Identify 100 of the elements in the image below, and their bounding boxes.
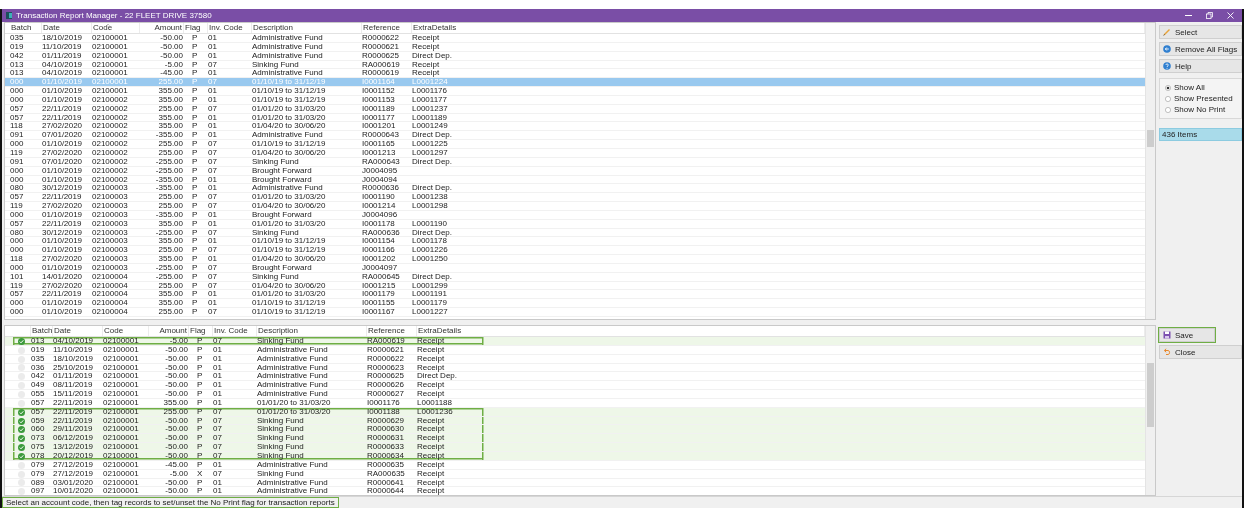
check-icon[interactable] — [17, 444, 25, 452]
table-cell-text: Receipt — [417, 478, 446, 487]
table-row[interactable]: 013 04/10/2019 02100001 -5.00 P 07 Sinking Fund RA000619 Receipt — [5, 60, 1145, 70]
table-row[interactable]: 057 22/11/2019 02100002 355.00 P 01 01/01/20 to 31/03/20 I0001177 L0001189 — [5, 113, 1145, 123]
table-row[interactable]: 000 01/10/2019 02100002 -255.00 P 07 Brought Forward J0004095 — [5, 166, 1145, 176]
check-icon[interactable] — [17, 435, 25, 443]
column-header[interactable]: Flag — [189, 326, 213, 336]
save-button[interactable]: Save — [1159, 328, 1215, 342]
check-icon[interactable] — [17, 452, 25, 460]
check-icon[interactable] — [17, 408, 25, 416]
table-cell-text: 019 — [10, 42, 25, 52]
table-cell-text: 097 — [31, 487, 46, 495]
table-cell-text: I0001177 — [362, 113, 396, 123]
table-row[interactable]: 119 27/02/2020 02100002 255.00 P 07 01/04/20 to 30/06/20 I0001213 L0001297 — [5, 148, 1145, 158]
table-cell-text: P — [196, 345, 204, 355]
table-row[interactable]: 101 14/01/2020 02100004 -255.00 P 07 Sinking Fund RA000645 Direct Dep. — [5, 272, 1145, 282]
table-row[interactable]: 079 27/12/2019 02100001 -5.00 X 07 Sinking Fund RA000635 Receipt — [5, 469, 1145, 479]
table-row[interactable]: 057 22/11/2019 02100003 355.00 P 01 01/01/20 to 31/03/20 I0001178 L0001190 — [5, 219, 1145, 229]
table-cell-text: 07 — [213, 425, 223, 435]
column-header[interactable]: Date — [42, 23, 92, 33]
table-row[interactable]: 000 01/10/2019 02100004 255.00 P 07 01/10/19 to 31/12/19 I0001167 L0001227 — [5, 308, 1145, 317]
table-row[interactable]: 118 27/02/2020 02100002 355.00 P 01 01/04/20 to 30/06/20 I0001201 L0001249 — [5, 122, 1145, 132]
table-row[interactable]: 042 01/11/2019 02100001 -50.00 P 01 Administrative Fund R0000625 Direct Dep. — [5, 372, 1145, 382]
table-row[interactable]: 060 29/11/2019 02100001 -50.00 P 07 Sinking Fund R0000630 Receipt — [5, 425, 1145, 435]
column-header[interactable]: Date — [53, 326, 103, 336]
table-row[interactable]: 035 18/10/2019 02100001 -50.00 P 01 Administrative Fund R0000622 Receipt — [5, 354, 1145, 364]
save-icon — [1163, 331, 1171, 339]
scrollbar[interactable] — [1145, 326, 1155, 495]
column-header[interactable]: Reference — [362, 23, 412, 33]
table-cell-text: I0001155 — [362, 299, 396, 309]
table-cell-text: 02100001 — [103, 345, 140, 355]
table-cell-text: L0001224 — [412, 78, 449, 88]
table-cell-text: -355.00 — [154, 131, 184, 141]
radio-option[interactable]: Show All — [1165, 83, 1238, 92]
table-row[interactable]: 000 01/10/2019 02100002 355.00 P 01 01/10/19 to 31/12/19 I0001153 L0001177 — [5, 95, 1145, 105]
table-row[interactable]: 118 27/02/2020 02100003 355.00 P 01 01/04/20 to 30/06/20 I0001202 L0001250 — [5, 255, 1145, 264]
table-row[interactable]: 091 07/01/2020 02100002 -355.00 P 01 Administrative Fund R0000643 Direct Dep. — [5, 131, 1145, 141]
table-row[interactable]: 080 30/12/2019 02100003 -355.00 P 01 Administrative Fund R0000636 Direct Dep. — [5, 184, 1145, 194]
table-row[interactable]: 057 22/11/2019 02100001 355.00 P 01 01/01/20 to 31/03/20 I0001176 L0001188 — [5, 398, 1145, 408]
column-header[interactable]: Description — [257, 326, 367, 336]
column-header[interactable]: Inv. Code — [208, 23, 252, 33]
table-row[interactable]: 075 13/12/2019 02100001 -50.00 P 07 Sinking Fund R0000633 Receipt — [5, 443, 1145, 452]
radio-option[interactable]: Show Presented — [1165, 94, 1238, 103]
table-cell-text: 04/10/2019 — [42, 69, 84, 79]
check-icon[interactable] — [17, 417, 25, 425]
column-header[interactable]: Batch — [10, 23, 42, 33]
table-row[interactable]: 000 01/10/2019 02100003 255.00 P 07 01/10/19 to 31/12/19 I0001166 L0001226 — [5, 246, 1145, 256]
table-cell-text: -5.00 — [168, 337, 189, 346]
table-cell-text: 01 — [213, 398, 223, 408]
table-row[interactable]: 036 25/10/2019 02100001 -50.00 P 01 Administrative Fund R0000623 Receipt — [5, 363, 1145, 373]
column-header[interactable]: Amount — [149, 326, 189, 336]
table-cell-text: 013 — [10, 60, 25, 70]
table-row[interactable]: 049 08/11/2019 02100001 -50.00 P 01 Administrative Fund R0000626 Receipt — [5, 381, 1145, 391]
table-row[interactable]: 080 30/12/2019 02100003 -255.00 P 07 Sinking Fund RA000636 Direct Dep. — [5, 228, 1145, 238]
table-cell-text: P — [196, 390, 204, 399]
column-header[interactable]: Flag — [184, 23, 208, 33]
table-row[interactable]: 057 22/11/2019 02100003 255.00 P 07 01/01/20 to 31/03/20 I0001190 L0001238 — [5, 193, 1145, 203]
table-row[interactable]: 055 15/11/2019 02100001 -50.00 P 01 Administrative Fund R0000627 Receipt — [5, 390, 1145, 399]
table-row[interactable]: 057 22/11/2019 02100001 255.00 P 07 01/01/20 to 31/03/20 I0001188 L0001236 — [5, 407, 1145, 417]
table-row[interactable]: 013 04/10/2019 02100001 -5.00 P 07 Sinking Fund RA000619 Receipt — [5, 337, 1145, 346]
column-header[interactable]: Code — [92, 23, 140, 33]
column-header[interactable]: Batch — [31, 326, 53, 336]
table-row[interactable]: 000 01/10/2019 02100002 255.00 P 07 01/10/19 to 31/12/19 I0001165 L0001225 — [5, 140, 1145, 149]
table-cell-text: 08/11/2019 — [53, 381, 94, 391]
select-button[interactable]: Select — [1159, 25, 1242, 39]
table-cell-text: I0001189 — [362, 104, 396, 114]
radio-option[interactable]: Show No Print — [1165, 105, 1238, 114]
table-row[interactable]: 057 22/11/2019 02100002 255.00 P 07 01/01/20 to 31/03/20 I0001189 L0001237 — [5, 104, 1145, 114]
table-row[interactable]: 119 27/02/2020 02100004 255.00 P 07 01/04/20 to 30/06/20 I0001215 L0001299 — [5, 281, 1145, 291]
table-row[interactable]: 091 07/01/2020 02100002 -255.00 P 07 Sinking Fund RA000643 Direct Dep. — [5, 157, 1145, 167]
table-row[interactable]: 119 27/02/2020 02100003 255.00 P 07 01/04/20 to 30/06/20 I0001214 L0001298 — [5, 202, 1145, 211]
column-header[interactable]: Amount — [140, 23, 184, 33]
table-row[interactable]: 000 01/10/2019 02100003 355.00 P 01 01/10/19 to 31/12/19 I0001154 L0001178 — [5, 237, 1145, 247]
table-cell-text: P — [196, 337, 204, 346]
table-row[interactable]: 042 01/11/2019 02100001 -50.00 P 01 Administrative Fund R0000625 Direct Dep. — [5, 51, 1145, 61]
column-header[interactable]: Reference — [367, 326, 417, 336]
table-row[interactable]: 073 06/12/2019 02100001 -50.00 P 07 Sinking Fund R0000631 Receipt — [5, 434, 1145, 444]
close-button[interactable]: Close — [1159, 345, 1242, 359]
table-row[interactable]: 019 11/10/2019 02100001 -50.00 P 01 Administrative Fund R0000621 Receipt — [5, 345, 1145, 355]
table-cell-text: 02100001 — [103, 381, 140, 391]
table-row[interactable]: 000 01/10/2019 02100001 355.00 P 01 01/10/19 to 31/12/19 I0001152 L0001176 — [5, 87, 1145, 96]
column-header[interactable]: Inv. Code — [213, 326, 257, 336]
column-header[interactable]: Code — [103, 326, 149, 336]
table-row[interactable]: 000 01/10/2019 02100003 -355.00 P 01 Brought Forward J0004096 — [5, 210, 1145, 220]
column-header[interactable]: Description — [252, 23, 362, 33]
table-row[interactable]: 000 01/10/2019 02100003 -255.00 P 07 Brought Forward J0004097 — [5, 263, 1145, 273]
table-row[interactable]: 078 20/12/2019 02100001 -50.00 P 07 Sinking Fund R0000634 Receipt — [5, 451, 1145, 461]
help-button[interactable]: Help — [1159, 59, 1242, 73]
check-icon[interactable] — [17, 426, 25, 434]
table-row[interactable]: 000 01/10/2019 02100004 355.00 P 01 01/10/19 to 31/12/19 I0001155 L0001179 — [5, 299, 1145, 309]
table-row[interactable]: 035 18/10/2019 02100001 -50.00 P 01 Administrative Fund R0000622 Receipt — [5, 34, 1145, 43]
check-icon[interactable] — [17, 337, 25, 345]
table-row[interactable]: 019 11/10/2019 02100001 -50.00 P 01 Administrative Fund R0000621 Receipt — [5, 42, 1145, 52]
table-row[interactable]: 079 27/12/2019 02100001 -45.00 P 01 Administrative Fund R0000635 Receipt — [5, 460, 1145, 470]
table-row[interactable]: 057 22/11/2019 02100004 355.00 P 01 01/01/20 to 31/03/20 I0001179 L0001191 — [5, 290, 1145, 300]
scrollbar[interactable] — [1145, 23, 1155, 319]
table-row[interactable]: 089 03/01/2020 02100001 -50.00 P 01 Administrative Fund R0000641 Receipt — [5, 478, 1145, 488]
remove-button[interactable]: Remove All Flags — [1159, 42, 1242, 56]
table-cell-text: 042 — [10, 51, 25, 61]
table-row[interactable]: 000 01/10/2019 02100002 -355.00 P 01 Brought Forward J0004094 — [5, 175, 1145, 185]
